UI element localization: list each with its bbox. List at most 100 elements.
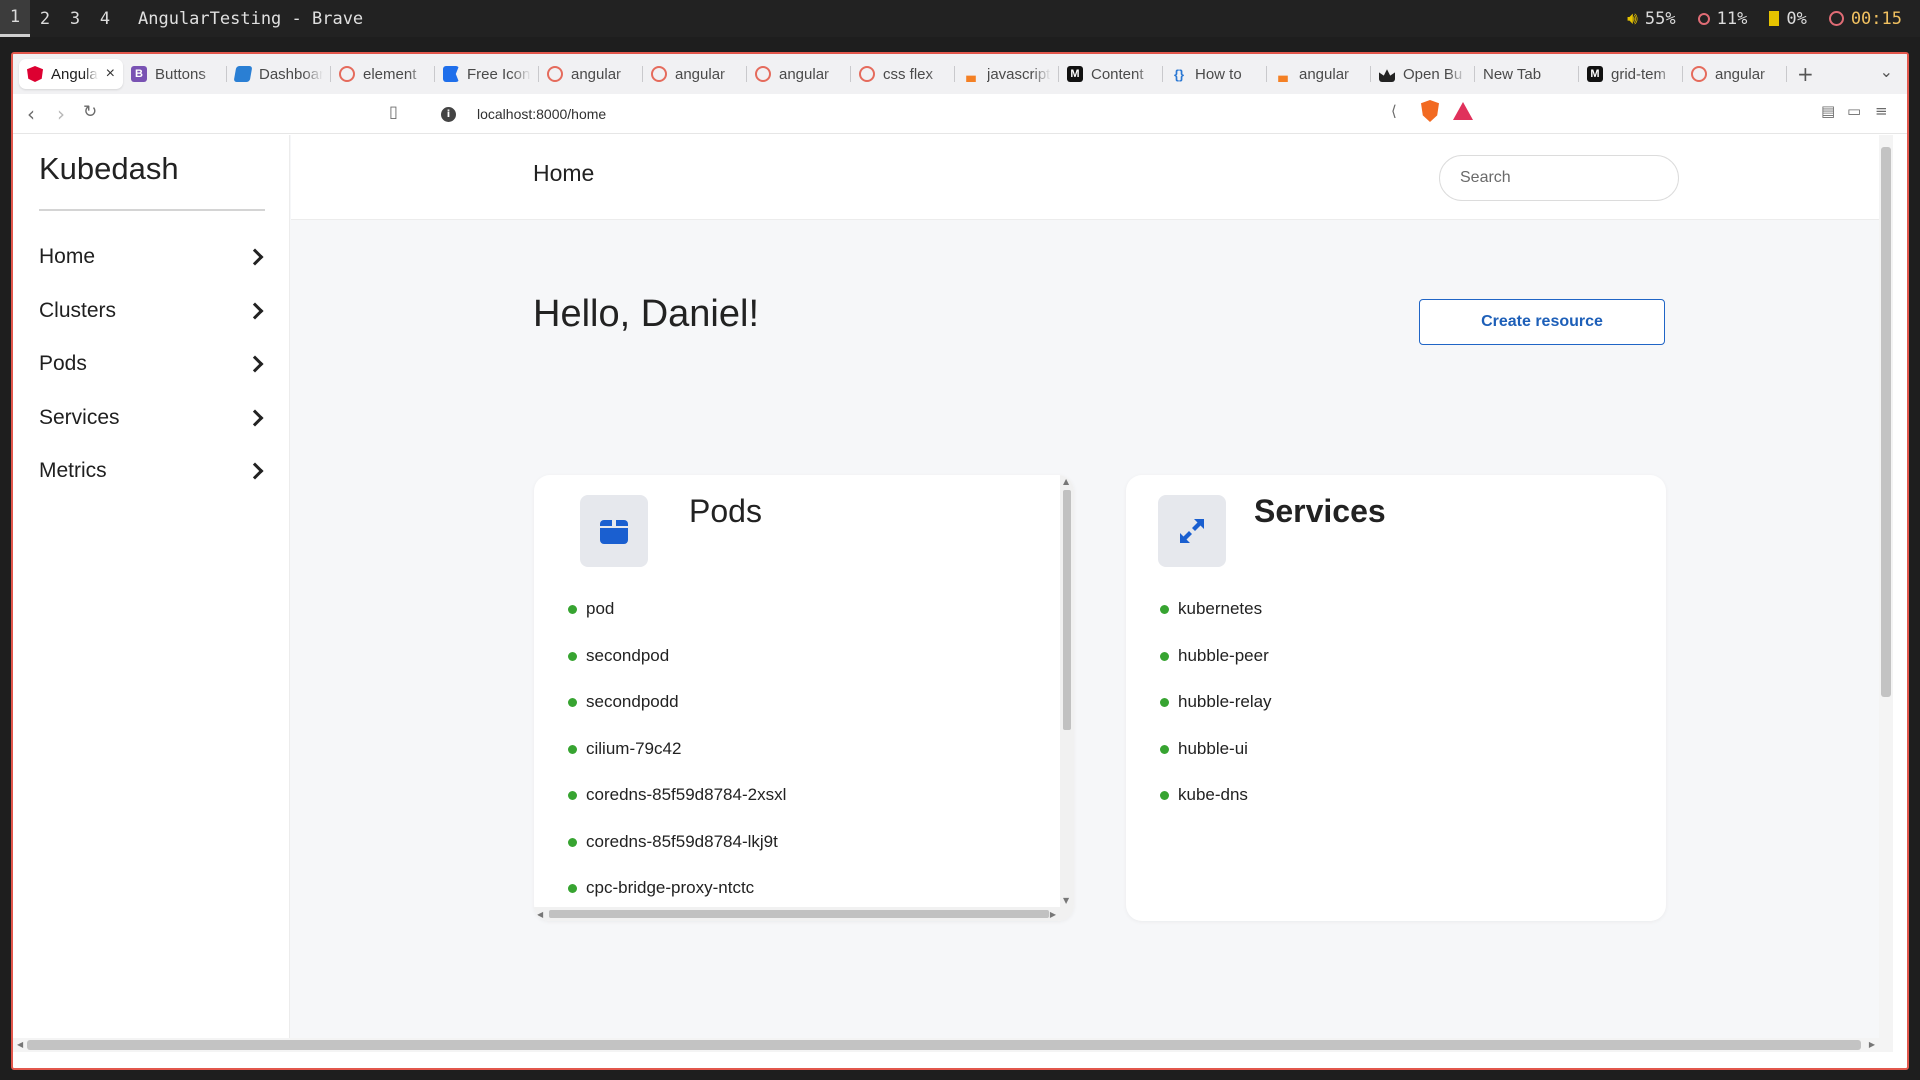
list-item[interactable]: pod [568, 599, 786, 646]
list-item[interactable]: coredns-85f59d8784-2xsxl [568, 785, 786, 832]
chevron-right-icon [246, 355, 264, 373]
scroll-up-icon[interactable]: ▲ [1063, 477, 1069, 486]
pod-name: secondpodd [586, 692, 679, 711]
workspace-1[interactable]: 1 [0, 0, 30, 37]
list-item[interactable]: coredns-85f59d8784-lkj9t [568, 832, 786, 879]
page-horizontal-scrollbar[interactable]: ◀ ▶ [13, 1038, 1893, 1052]
status-dot [568, 884, 577, 893]
reload-icon[interactable]: ↻ [83, 102, 97, 122]
share-icon[interactable]: ⟨ [1391, 102, 1397, 120]
workspace-3[interactable]: 3 [60, 0, 90, 37]
tab-open-build[interactable]: Open Bu [1371, 59, 1475, 89]
list-item[interactable]: kubernetes [1160, 599, 1272, 646]
sidebar-item-home[interactable]: Home [39, 239, 267, 275]
page-vertical-scrollbar[interactable] [1879, 135, 1893, 1038]
tab-label: angular [675, 65, 726, 83]
list-item[interactable]: secondpodd [568, 692, 786, 739]
tab-label: angular [571, 65, 622, 83]
layers-icon [233, 66, 253, 82]
status-dot [1160, 698, 1169, 707]
forward-icon[interactable]: › [57, 102, 65, 126]
tab-dashboard[interactable]: Dashboard [227, 59, 331, 89]
sidebar-item-services[interactable]: Services [39, 400, 267, 436]
tab-angular-6[interactable]: angular [1683, 59, 1787, 89]
tab-label: How to [1195, 65, 1242, 83]
sidebar-item-label: Metrics [39, 459, 107, 482]
brand-title: Kubedash [39, 151, 179, 186]
service-name: hubble-peer [1178, 645, 1269, 665]
back-icon[interactable]: ‹ [27, 102, 35, 126]
mdn-icon: M [1067, 66, 1083, 82]
tab-angular-5[interactable]: angular [1267, 59, 1371, 89]
battery-status: 0% [1769, 8, 1807, 29]
page-hscroll-thumb[interactable] [27, 1040, 1861, 1050]
scroll-right-icon[interactable]: ▶ [1869, 1040, 1875, 1049]
tab-how-to[interactable]: {} How to [1163, 59, 1267, 89]
status-dot [1160, 744, 1169, 754]
scroll-right-icon[interactable]: ▶ [1050, 910, 1056, 919]
pods-hscroll-thumb[interactable] [549, 910, 1049, 918]
status-dot [568, 837, 577, 847]
page-scroll-thumb[interactable] [1881, 147, 1891, 697]
cpu-status: 11% [1697, 9, 1747, 29]
url-text[interactable]: localhost:8000/home [477, 106, 606, 122]
pods-horizontal-scrollbar[interactable]: ◀ ▶ [534, 907, 1074, 921]
box-icon [600, 520, 628, 544]
list-item[interactable]: secondpod [568, 646, 786, 693]
battery-value: 0% [1786, 8, 1807, 29]
scroll-down-icon[interactable]: ▼ [1063, 896, 1069, 905]
close-icon[interactable]: × [106, 65, 115, 83]
address-bar[interactable]: i localhost:8000/home [421, 99, 1503, 129]
sidebar-item-metrics[interactable]: Metrics [39, 453, 267, 489]
list-item[interactable]: hubble-relay [1160, 692, 1272, 739]
tab-list-chevron-icon[interactable]: ⌄ [1880, 62, 1893, 81]
bootstrap-icon: B [131, 66, 147, 82]
list-item[interactable]: hubble-peer [1160, 646, 1272, 693]
volume-value: 55% [1644, 8, 1676, 29]
wallet-icon[interactable]: ▭ [1847, 102, 1861, 120]
status-dot [568, 605, 577, 614]
tab-angular[interactable]: Angular × [19, 59, 123, 89]
workspace-2[interactable]: 2 [30, 0, 60, 37]
search-input[interactable] [1439, 155, 1679, 201]
tab-grid-template[interactable]: M grid-tem [1579, 59, 1683, 89]
sidebar-toggle-icon[interactable]: ▤ [1821, 102, 1835, 120]
bookmark-icon[interactable]: ▯ [389, 102, 398, 121]
services-card-title: Services [1254, 493, 1386, 529]
tab-javascript[interactable]: javascript [955, 59, 1059, 89]
create-resource-button[interactable]: Create resource [1419, 299, 1665, 345]
pods-list: pod secondpod secondpodd cilium-79c42 co… [568, 599, 786, 921]
new-tab-button[interactable]: + [1787, 62, 1824, 86]
scroll-left-icon[interactable]: ◀ [537, 910, 543, 919]
menu-icon[interactable]: ≡ [1875, 102, 1888, 120]
tab-free-icons[interactable]: Free Icons [435, 59, 539, 89]
info-icon[interactable]: i [441, 106, 456, 122]
angular-icon [27, 66, 43, 82]
services-card: Services kubernetes hubble-peer hubble-r… [1126, 475, 1666, 921]
tab-label: Angular [51, 65, 98, 83]
list-item[interactable]: hubble-ui [1160, 739, 1272, 786]
tab-angular-3[interactable]: angular [643, 59, 747, 89]
workspace-4[interactable]: 4 [90, 0, 120, 37]
tab-angular-4[interactable]: angular [747, 59, 851, 89]
sidebar-item-clusters[interactable]: Clusters [39, 293, 267, 329]
pods-scroll-thumb[interactable] [1063, 490, 1071, 730]
list-item[interactable]: cilium-79c42 [568, 739, 786, 786]
scroll-left-icon[interactable]: ◀ [17, 1040, 23, 1049]
tab-angular-2[interactable]: angular [539, 59, 643, 89]
pods-icon-box [580, 495, 648, 567]
pods-vertical-scrollbar[interactable]: ▲ ▼ [1060, 475, 1074, 921]
tab-content[interactable]: M Content [1059, 59, 1163, 89]
sidebar-item-pods[interactable]: Pods [39, 346, 267, 382]
brave-icon [651, 66, 667, 82]
sidebar-item-label: Pods [39, 352, 87, 375]
tab-element[interactable]: element [331, 59, 435, 89]
status-dot [1160, 651, 1169, 661]
chevron-right-icon [246, 302, 264, 320]
tab-buttons[interactable]: B Buttons [123, 59, 227, 89]
wm-status-bar: 1 2 3 4 AngularTesting - Brave 🔊︎ 55% 11… [0, 0, 1920, 37]
tab-css-flex[interactable]: css flex [851, 59, 955, 89]
tab-new-tab[interactable]: New Tab [1475, 59, 1579, 89]
list-item[interactable]: kube-dns [1160, 785, 1272, 832]
brave-icon [547, 66, 563, 82]
